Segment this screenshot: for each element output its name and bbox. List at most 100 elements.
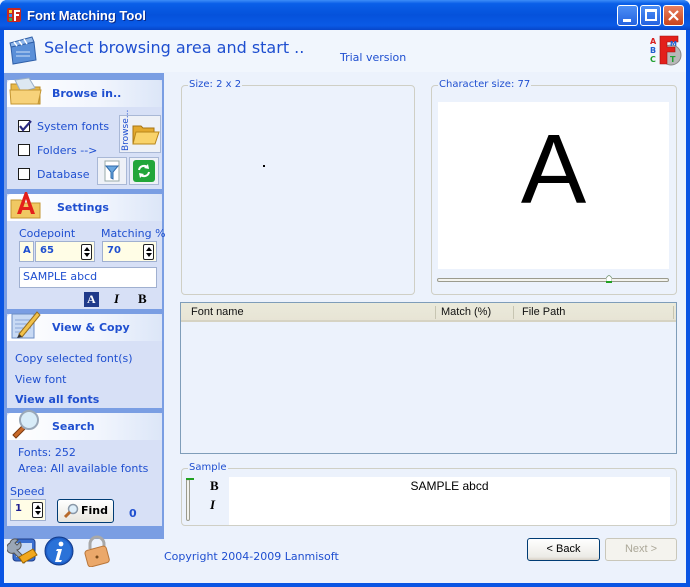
size-preview-dot [263,165,265,167]
codepoint-value[interactable]: 65 [40,245,54,256]
column-header-font-name[interactable]: Font name [191,306,244,318]
speed-value[interactable]: 1 [15,503,22,514]
column-header-match[interactable]: Match (%) [441,306,491,318]
view-copy-panel: View & Copy Copy selected font(s) View f… [7,311,162,408]
settings-panel-header[interactable]: Settings [7,192,162,221]
filter-button[interactable] [97,157,127,185]
sidebar: Browse in.. System fonts Folders --> Dat… [4,73,166,539]
open-folder-icon [132,125,160,145]
database-label[interactable]: Database [37,168,90,181]
refresh-button[interactable] [129,157,159,185]
lock-icon[interactable] [82,535,112,567]
codepoint-char: A [23,245,31,256]
copyright-text: Copyright 2004-2009 Lanmisoft [164,550,339,563]
minimize-icon [623,19,631,22]
column-divider[interactable] [673,306,674,319]
matching-spinner[interactable]: 70 [102,241,157,262]
view-copy-panel-header[interactable]: View & Copy [7,311,162,341]
view-all-fonts-link[interactable]: View all fonts [15,393,99,406]
sample-text-input[interactable]: SAMPLE abcd [19,267,157,288]
bold-toggle[interactable]: B [138,291,147,307]
sample-italic-toggle[interactable]: I [210,497,215,513]
close-button[interactable] [663,5,684,26]
info-icon[interactable] [44,536,74,566]
back-button[interactable]: < Back [527,538,600,561]
browse-panel-title: Browse in.. [52,87,122,100]
find-button[interactable]: Find [57,499,114,523]
client-area: Select browsing area and start .. Trial … [4,30,686,583]
font-a-icon: A [87,292,96,306]
checkmark-icon [19,120,32,132]
column-header-file-path[interactable]: File Path [522,306,565,318]
font-picker-button[interactable]: A [84,292,99,307]
svg-text:A: A [650,37,657,46]
folders-checkbox[interactable] [18,144,30,156]
svg-text:M: M [670,40,677,48]
slider-thumb[interactable] [606,275,612,283]
column-divider[interactable] [435,306,436,319]
app-window: Font Matching Tool Select browsing area … [0,0,690,587]
find-magnifier-icon [63,503,79,519]
fmt-logo-icon: A B C M T [650,35,682,66]
app-icon [7,8,21,22]
character-size-groupbox-label: Character size: 77 [438,79,532,90]
character-size-slider[interactable] [437,275,669,283]
browse-panel: Browse in.. System fonts Folders --> Dat… [7,77,162,189]
sample-groupbox: Sample B I SAMPLE abcd [181,462,677,526]
found-count: 0 [129,507,137,520]
window-title: Font Matching Tool [27,8,146,23]
system-fonts-checkbox[interactable] [18,120,32,132]
speed-spinner[interactable]: 1 [10,499,46,521]
results-table[interactable]: Font name Match (%) File Path [180,302,677,454]
sample-groupbox-label: Sample [188,462,228,473]
preview-character: A [520,114,587,224]
next-button-label: Next > [624,543,658,555]
search-panel-header[interactable]: Search [7,410,162,440]
codepoint-spin-arrows-icon[interactable] [81,244,92,260]
matching-value[interactable]: 70 [107,245,121,256]
search-panel: Search Fonts: 252 Area: All available fo… [7,410,162,526]
size-groupbox-label: Size: 2 x 2 [188,79,243,90]
maximize-button[interactable] [640,5,661,26]
folders-label[interactable]: Folders --> [37,144,97,157]
find-button-label: Find [81,504,108,517]
maximize-icon [645,9,657,21]
search-panel-title: Search [52,420,95,433]
speed-label: Speed [10,485,45,498]
browse-panel-header[interactable]: Browse in.. [7,77,162,107]
next-button[interactable]: Next > [605,538,677,561]
codepoint-char-box: A [19,241,34,262]
title-bar[interactable]: Font Matching Tool [0,0,690,30]
character-size-groupbox: Character size: 77 A [431,79,677,295]
character-preview: A [438,102,669,269]
system-fonts-label[interactable]: System fonts [37,120,109,133]
size-groupbox: Size: 2 x 2 [181,79,415,295]
back-button-label: < Back [546,543,581,555]
table-header: Font name Match (%) File Path [181,303,676,322]
sample-size-slider[interactable] [186,478,194,521]
refresh-icon [133,160,155,182]
database-checkbox[interactable] [18,168,30,180]
italic-toggle[interactable]: I [114,291,119,307]
sample-bold-toggle[interactable]: B [210,478,219,494]
fonts-count: Fonts: 252 [18,446,76,459]
column-divider[interactable] [513,306,514,319]
svg-text:T: T [670,55,676,64]
copy-selected-fonts-link[interactable]: Copy selected font(s) [15,352,133,365]
browse-button[interactable]: Browse... [119,110,161,153]
codepoint-spinner[interactable]: 65 [35,241,95,262]
sample-preview: SAMPLE abcd [229,477,670,525]
search-area: Area: All available fonts [18,462,149,475]
matching-spin-arrows-icon[interactable] [143,244,154,260]
view-font-link[interactable]: View font [15,373,67,386]
svg-text:C: C [650,55,656,64]
minimize-button[interactable] [617,5,638,26]
speed-spin-arrows-icon[interactable] [32,502,43,518]
view-copy-panel-title: View & Copy [52,321,130,334]
settings-panel: Settings Codepoint Matching % A 65 70 SA… [7,192,166,309]
tools-icon[interactable] [7,535,39,567]
codepoint-label: Codepoint [19,227,76,240]
instruction-title: Select browsing area and start .. [44,38,305,57]
settings-panel-title: Settings [57,201,109,214]
sample-slider-thumb[interactable] [186,478,194,482]
